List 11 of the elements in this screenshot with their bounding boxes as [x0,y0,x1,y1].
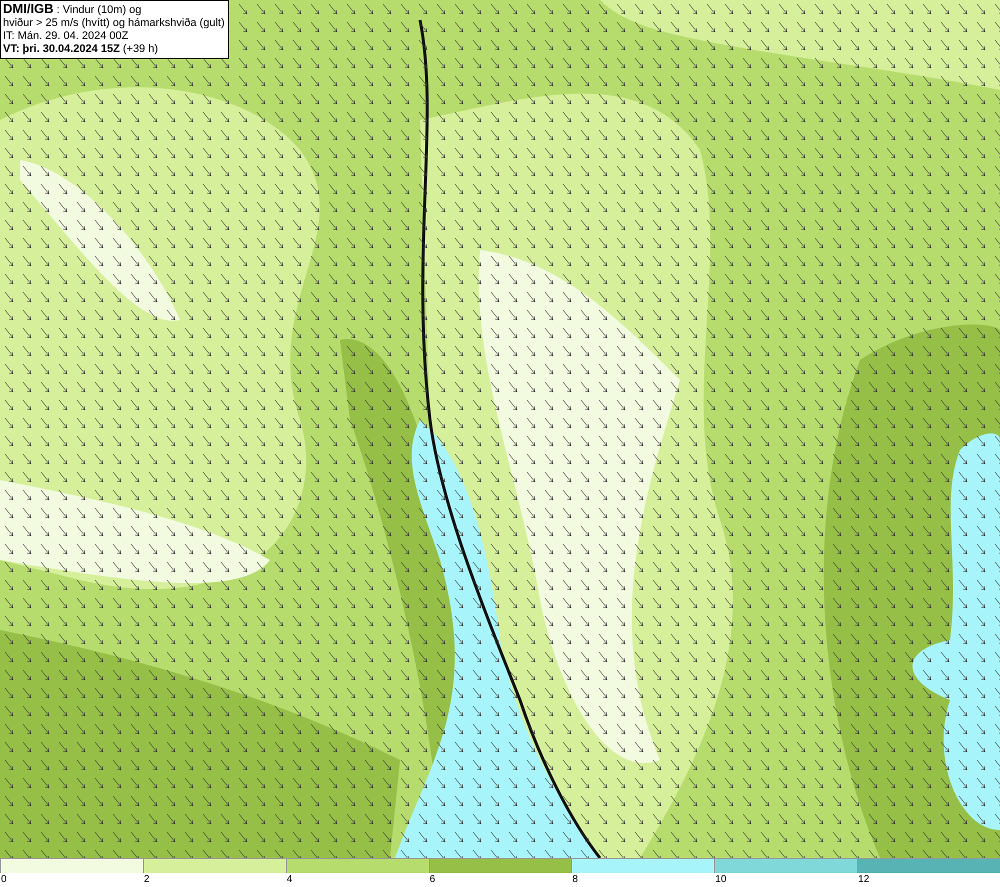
legend-label: 10 [714,873,728,886]
legend-label: 2 [142,873,150,886]
title-line: IT: Mán. 29. 04. 2024 00Z [3,30,130,43]
legend-label: 6 [428,873,436,886]
legend-label: 0 [0,873,8,886]
legend-label: 8 [571,873,579,886]
title-line: VT: þri. 30.04.2024 15Z (+39 h) [3,43,160,56]
legend-label: 4 [286,873,294,886]
legend-label: 12 [857,873,870,886]
title-line: DMI/IGB : Vindur (10m) og [3,2,142,17]
title-line: hviður > 25 m/s (hvítt) og hámarkshviða (gult) [3,17,225,30]
